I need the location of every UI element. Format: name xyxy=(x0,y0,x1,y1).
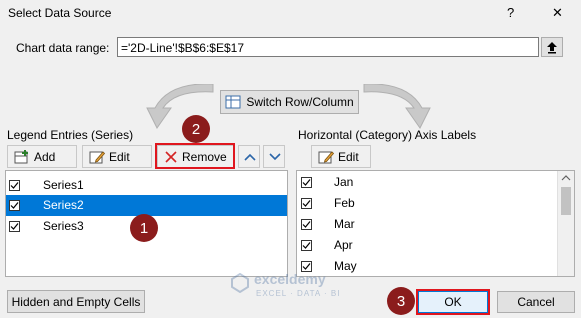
ok-highlight-frame xyxy=(416,289,490,315)
curved-arrow-right-icon xyxy=(363,84,431,129)
step-marker-3: 3 xyxy=(387,287,415,315)
hidden-empty-cells-label: Hidden and Empty Cells xyxy=(11,294,141,309)
checkmark-icon xyxy=(302,200,311,207)
checkmark-icon xyxy=(302,221,311,228)
axis-feb-label: Feb xyxy=(334,196,355,210)
add-series-label: Add xyxy=(34,149,56,164)
series-2-checkbox[interactable] xyxy=(9,200,20,211)
move-down-button[interactable] xyxy=(263,145,285,168)
checkmark-icon xyxy=(10,202,19,209)
axis-item-feb[interactable]: Feb xyxy=(297,193,574,214)
scroll-thumb[interactable] xyxy=(561,187,571,215)
legend-entries-header: Legend Entries (Series) xyxy=(7,128,134,142)
series-2-label: Series2 xyxy=(43,198,84,212)
edit-series-label: Edit xyxy=(109,149,130,164)
series-3-checkbox[interactable] xyxy=(9,221,20,232)
cancel-button[interactable]: Cancel xyxy=(497,291,575,313)
axis-apr-checkbox[interactable] xyxy=(301,240,312,251)
chevron-down-icon xyxy=(269,152,281,160)
axis-labels-header: Horizontal (Category) Axis Labels xyxy=(298,128,477,142)
checkmark-icon xyxy=(302,242,311,249)
step-marker-2: 2 xyxy=(182,115,210,143)
watermark-brand: exceldemy xyxy=(254,271,326,287)
edit-series-button[interactable]: Edit xyxy=(82,145,152,168)
checkmark-icon xyxy=(302,179,311,186)
add-series-button[interactable]: Add xyxy=(7,145,77,168)
series-1-checkbox[interactable] xyxy=(9,180,20,191)
hidden-empty-cells-button[interactable]: Hidden and Empty Cells xyxy=(7,290,145,313)
series-3-label: Series3 xyxy=(43,219,84,233)
axis-apr-label: Apr xyxy=(334,238,353,252)
switch-row-column-label: Switch Row/Column xyxy=(246,95,354,109)
edit-icon xyxy=(89,150,105,163)
edit-axis-labels-button[interactable]: Edit xyxy=(311,145,371,168)
move-up-button[interactable] xyxy=(238,145,260,168)
axis-labels-list[interactable]: Jan Feb Mar Apr May xyxy=(296,170,575,277)
axis-item-apr[interactable]: Apr xyxy=(297,235,574,256)
axis-jan-label: Jan xyxy=(334,175,354,189)
checkmark-icon xyxy=(10,182,19,189)
collapse-range-button[interactable] xyxy=(541,37,563,57)
axis-feb-checkbox[interactable] xyxy=(301,198,312,209)
edit-axis-labels-label: Edit xyxy=(338,149,359,164)
add-icon xyxy=(14,149,28,163)
watermark-tagline: EXCEL · DATA · BI xyxy=(256,289,341,298)
arrow-up-icon xyxy=(547,42,557,54)
axis-item-jan[interactable]: Jan xyxy=(297,172,574,193)
data-range-value: ='2D-Line'!$B$6:$E$17 xyxy=(121,41,245,55)
chevron-up-icon xyxy=(244,153,256,161)
axis-list-scrollbar[interactable] xyxy=(557,171,574,276)
axis-jan-checkbox[interactable] xyxy=(301,177,312,188)
dialog-title: Select Data Source xyxy=(8,6,112,20)
checkmark-icon xyxy=(10,223,19,230)
watermark-logo-icon xyxy=(231,273,249,293)
close-button[interactable]: ✕ xyxy=(552,5,563,21)
data-range-label-text: Chart data range: xyxy=(16,41,110,55)
switch-icon xyxy=(225,95,241,109)
remove-highlight-frame xyxy=(155,143,235,169)
series-row-2-selected[interactable]: Series2 xyxy=(6,195,287,216)
axis-item-mar[interactable]: Mar xyxy=(297,214,574,235)
scroll-up-icon[interactable] xyxy=(558,171,574,185)
cancel-label: Cancel xyxy=(517,295,555,309)
step-marker-1: 1 xyxy=(130,214,158,242)
data-range-input[interactable]: ='2D-Line'!$B$6:$E$17 xyxy=(117,37,539,57)
axis-mar-checkbox[interactable] xyxy=(301,219,312,230)
series-1-label: Series1 xyxy=(43,178,84,192)
switch-row-column-button[interactable]: Switch Row/Column xyxy=(220,90,359,114)
help-button[interactable]: ? xyxy=(507,5,514,20)
edit-icon xyxy=(318,150,334,163)
series-row-1[interactable]: Series1 xyxy=(6,175,287,196)
axis-mar-label: Mar xyxy=(334,217,355,231)
data-range-label: Chart data range: xyxy=(16,41,109,55)
watermark: exceldemy EXCEL · DATA · BI xyxy=(230,270,370,300)
